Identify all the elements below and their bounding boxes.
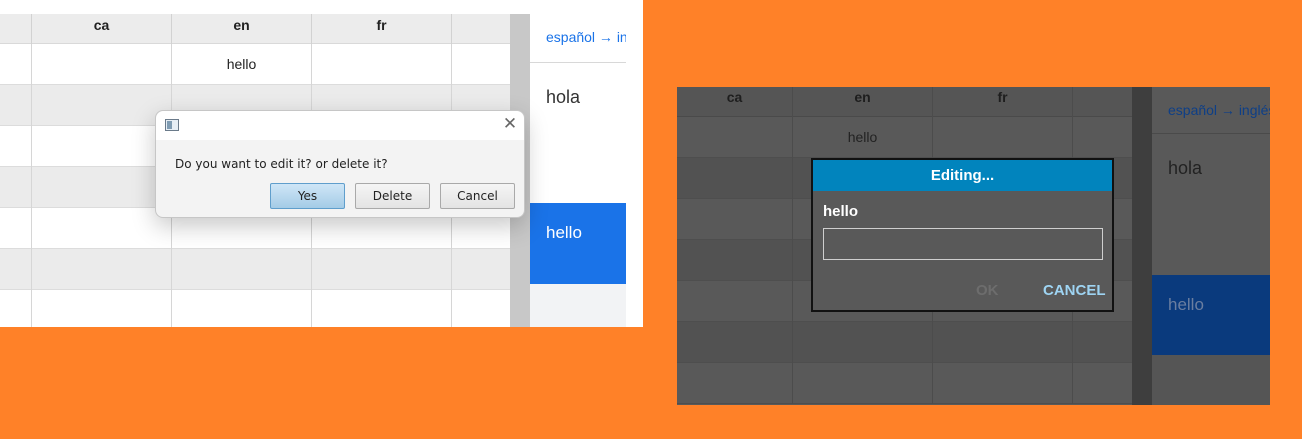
table-cell[interactable]: [452, 249, 510, 290]
table-row[interactable]: [0, 290, 510, 327]
table-row[interactable]: [677, 363, 1132, 404]
table-cell[interactable]: [0, 208, 32, 249]
close-icon[interactable]: ✕: [502, 115, 518, 133]
table-header: ca en fr: [677, 87, 1132, 117]
translation-sidebar: español → inglés hola hello: [1152, 87, 1270, 405]
delete-button[interactable]: Delete: [355, 183, 430, 209]
language-pair-header[interactable]: español → inglés: [1152, 87, 1270, 134]
table-cell[interactable]: [312, 290, 452, 327]
table-cell[interactable]: [32, 167, 172, 208]
edit-or-delete-dialog: ✕ Do you want to edit it? or delete it? …: [155, 110, 525, 218]
ok-button[interactable]: OK: [976, 282, 999, 299]
table-cell[interactable]: [677, 199, 793, 240]
table-cell[interactable]: [677, 117, 793, 158]
table-cell[interactable]: [32, 85, 172, 126]
table-header: ca en fr: [0, 14, 510, 44]
language-pair-header[interactable]: español → inglés: [530, 14, 626, 63]
table-cell[interactable]: [32, 126, 172, 167]
table-cell[interactable]: [677, 240, 793, 281]
field-label: hello: [823, 203, 859, 220]
editing-dialog: Editing... hello OK CANCEL: [811, 158, 1114, 312]
translated-word-card[interactable]: hello: [530, 203, 626, 284]
table-cell[interactable]: [793, 363, 933, 404]
window-app-icon: [165, 119, 179, 131]
table-row[interactable]: hello: [0, 44, 510, 85]
table-cell[interactable]: [933, 117, 1073, 158]
column-header-en[interactable]: en: [793, 87, 933, 117]
table-cell[interactable]: [312, 249, 452, 290]
table-cell[interactable]: [793, 322, 933, 363]
translation-sidebar: español → inglés hola hello: [530, 14, 626, 327]
source-word-card[interactable]: hola: [1152, 134, 1270, 275]
table-cell[interactable]: [1073, 117, 1132, 158]
table-row[interactable]: [677, 322, 1132, 363]
table-row[interactable]: hello: [677, 117, 1132, 158]
language-pair-link[interactable]: español → inglés: [546, 29, 626, 45]
table-row[interactable]: [0, 249, 510, 290]
table-cell[interactable]: [0, 85, 32, 126]
column-header-extra[interactable]: [452, 14, 510, 44]
table-cell[interactable]: [172, 249, 312, 290]
column-header-extra[interactable]: [1073, 87, 1132, 117]
cancel-button[interactable]: CANCEL: [1043, 282, 1106, 299]
translated-word-card[interactable]: hello: [1152, 275, 1270, 355]
source-word: hola: [546, 87, 581, 107]
table-cell[interactable]: [0, 249, 32, 290]
source-word: hola: [1168, 158, 1203, 178]
table-cell[interactable]: [677, 363, 793, 404]
table-cell[interactable]: [0, 44, 32, 85]
edit-input[interactable]: [823, 228, 1103, 260]
table-cell-en[interactable]: hello: [172, 44, 312, 85]
translated-word: hello: [546, 223, 582, 242]
yes-button[interactable]: Yes: [270, 183, 345, 209]
translated-word: hello: [1168, 295, 1204, 314]
table-cell-en[interactable]: hello: [793, 117, 933, 158]
table-cell[interactable]: [1073, 363, 1132, 404]
dialog-message: Do you want to edit it? or delete it?: [175, 157, 388, 171]
column-header-ca[interactable]: ca: [32, 14, 172, 44]
cancel-button[interactable]: Cancel: [440, 183, 515, 209]
table-cell[interactable]: [677, 158, 793, 199]
table-cell[interactable]: [32, 249, 172, 290]
table-cell[interactable]: [452, 290, 510, 327]
table-cell[interactable]: [32, 208, 172, 249]
table-cell[interactable]: [1073, 322, 1132, 363]
table-cell[interactable]: [933, 322, 1073, 363]
column-header-fr[interactable]: fr: [312, 14, 452, 44]
table-scrollbar[interactable]: [1132, 87, 1152, 405]
column-header-fr[interactable]: fr: [933, 87, 1073, 117]
table-cell[interactable]: [677, 281, 793, 322]
table-cell[interactable]: [0, 167, 32, 208]
column-header-blank[interactable]: [0, 14, 32, 44]
column-header-en[interactable]: en: [172, 14, 312, 44]
table-cell[interactable]: [32, 44, 172, 85]
column-header-ca[interactable]: ca: [677, 87, 793, 117]
light-theme-window: ca en fr hello español → in hola hello ✕…: [0, 0, 643, 327]
table-cell[interactable]: [0, 290, 32, 327]
source-word-card[interactable]: hola: [530, 63, 626, 203]
table-cell[interactable]: [172, 290, 312, 327]
table-cell[interactable]: [312, 44, 452, 85]
table-cell[interactable]: [0, 126, 32, 167]
dialog-title: Editing...: [813, 160, 1112, 191]
dialog-titlebar: ✕: [156, 111, 524, 140]
table-cell[interactable]: [933, 363, 1073, 404]
table-cell[interactable]: [32, 290, 172, 327]
table-cell[interactable]: [677, 322, 793, 363]
language-pair-link[interactable]: español → inglés: [1168, 102, 1270, 118]
dark-theme-window: ca en fr hello español → inglés hola hel…: [677, 87, 1270, 405]
table-cell[interactable]: [452, 44, 510, 85]
